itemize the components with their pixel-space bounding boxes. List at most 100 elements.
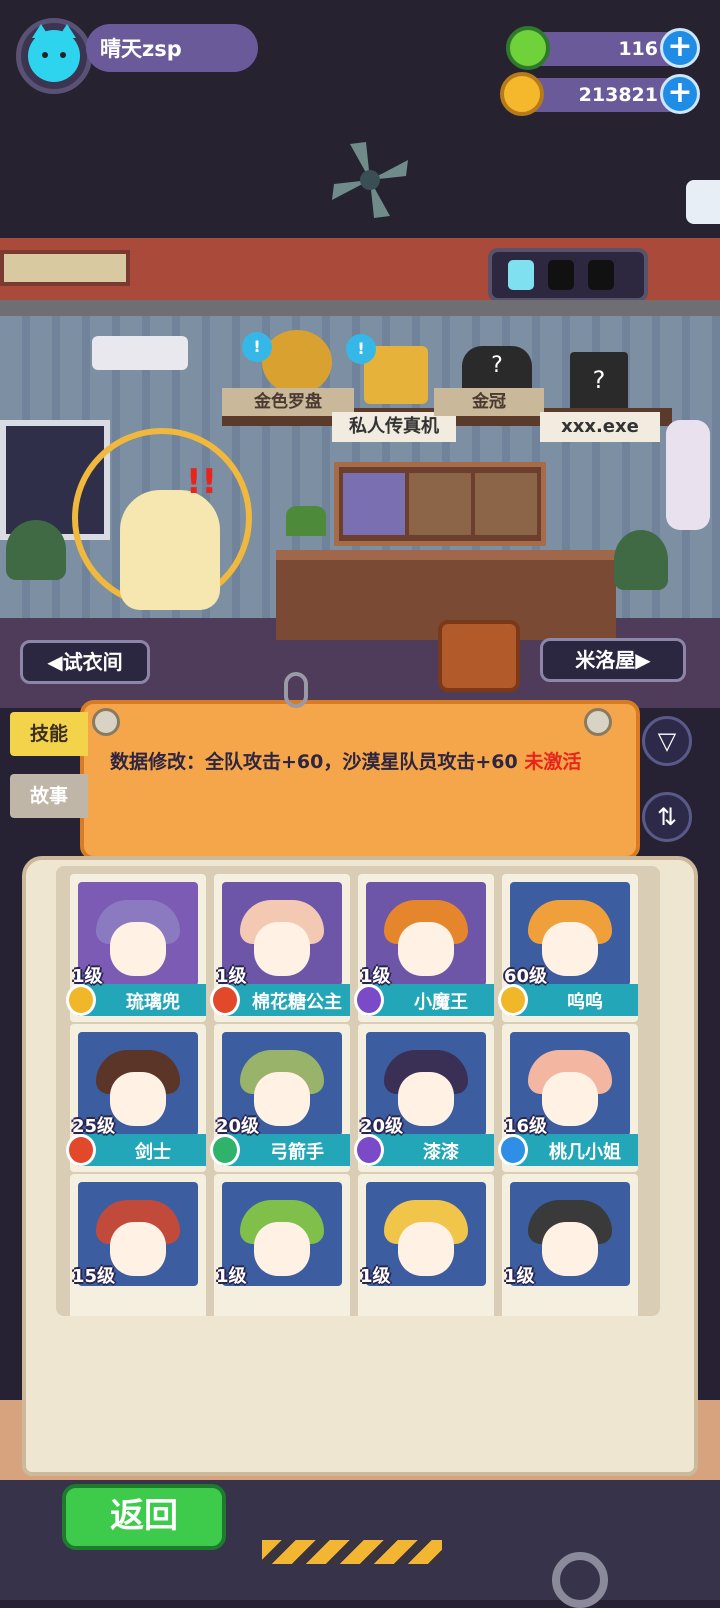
character-face [110, 922, 166, 976]
vent-panel [0, 250, 130, 286]
back-button[interactable]: 返回 [62, 1484, 226, 1550]
display-slot [409, 473, 471, 535]
alert-icon: ! [346, 334, 376, 364]
character-name: 小魔王 [414, 992, 468, 1013]
add-gem-button[interactable]: + [660, 28, 700, 68]
character-level: 1级 [72, 966, 103, 987]
character-face [542, 1222, 598, 1276]
character-level: 25级 [72, 1116, 116, 1137]
right-arrow-icon: ▶ [635, 648, 651, 672]
share-icon[interactable] [686, 180, 720, 224]
display-character-icon [343, 473, 405, 535]
projector-icon [92, 336, 188, 370]
character-level: 1级 [360, 966, 391, 987]
add-coin-button[interactable]: + [660, 74, 700, 114]
character-card[interactable]: 1级 [214, 1174, 350, 1316]
character-grid: 琉璃兜 1级 棉花糖公主 1级 小魔王 1级 呜呜 60级 剑士 25级 弓箭手 20级 漆漆 20级 桃几… [56, 866, 660, 1316]
display-case[interactable] [334, 462, 546, 546]
display-slot [475, 473, 537, 535]
character-face [542, 1072, 598, 1126]
skill-panel [80, 700, 640, 860]
rarity-badge-icon [66, 984, 96, 1016]
filter-icon[interactable]: ▽ [642, 716, 692, 766]
character-card[interactable]: 弓箭手 20级 [210, 1024, 350, 1172]
character-name: 桃几小姐 [549, 1142, 621, 1163]
character-name: 剑士 [135, 1142, 171, 1163]
exclamation-icon: !! [186, 462, 218, 502]
locked-file-icon[interactable]: ? [570, 352, 628, 412]
plant-icon [6, 520, 66, 580]
character-name: 棉花糖公主 [252, 992, 342, 1013]
character-level: 60级 [504, 966, 548, 987]
alert-icon: ! [242, 332, 272, 362]
coat-rack [666, 420, 710, 530]
character-face [110, 1222, 166, 1276]
player-character[interactable] [120, 490, 220, 610]
character-card[interactable]: 小魔王 1级 [354, 874, 494, 1022]
character-name: 漆漆 [423, 1142, 459, 1163]
character-face [254, 1222, 310, 1276]
player-name: 晴天zsp [100, 37, 182, 61]
character-card[interactable]: 呜呜 60级 [498, 874, 638, 1022]
left-arrow-icon: ◀ [47, 650, 63, 674]
battery-empty-icon [548, 260, 574, 290]
character-face [398, 1072, 454, 1126]
character-card[interactable]: 琉璃兜 1级 [66, 874, 206, 1022]
character-level: 20级 [360, 1116, 404, 1137]
plant-icon [286, 506, 326, 536]
pin-icon [584, 708, 612, 736]
tab-story[interactable]: 故事 [10, 774, 88, 818]
character-card[interactable]: 漆漆 20级 [354, 1024, 494, 1172]
character-level: 20级 [216, 1116, 260, 1137]
character-face [542, 922, 598, 976]
character-card[interactable]: 15级 [70, 1174, 206, 1316]
character-card[interactable]: 1级 [358, 1174, 494, 1316]
character-face [110, 1072, 166, 1126]
book-footnote [145, 1324, 645, 1354]
skill-status: 未激活 [524, 751, 582, 773]
hazard-stripe [262, 1540, 442, 1564]
character-card[interactable]: 棉花糖公主 1级 [210, 874, 350, 1022]
gallery-icon[interactable] [438, 620, 520, 692]
rarity-badge-icon [210, 1134, 240, 1166]
skill-description: 数据修改：全队攻击+60，沙漠星队员攻击+60 未激活 [110, 748, 610, 776]
character-level: 1级 [216, 966, 247, 987]
tab-skill[interactable]: 技能 [10, 712, 88, 756]
coin-count: 213821 [578, 84, 658, 106]
pin-icon [92, 708, 120, 736]
milo-house-button[interactable]: 米洛屋▶ [540, 638, 686, 682]
paperclip-icon [284, 672, 308, 708]
plant-icon [614, 530, 668, 590]
character-card[interactable]: 1级 [502, 1174, 638, 1316]
character-face [398, 922, 454, 976]
character-level: 1级 [504, 1266, 535, 1287]
sort-icon[interactable]: ⇅ [642, 792, 692, 842]
rarity-badge-icon [498, 984, 528, 1016]
fan-decoration [330, 140, 410, 220]
character-face [398, 1222, 454, 1276]
character-level: 1级 [216, 1266, 247, 1287]
rarity-badge-icon [210, 984, 240, 1016]
compass-icon[interactable] [262, 330, 332, 394]
character-name: 呜呜 [567, 992, 603, 1013]
rarity-badge-icon [354, 1134, 384, 1166]
fitting-room-button[interactable]: ◀试衣间 [20, 640, 150, 684]
character-face [254, 922, 310, 976]
battery-panel[interactable] [488, 248, 648, 302]
pipe [0, 300, 720, 316]
battery-empty-icon [588, 260, 614, 290]
character-card[interactable]: 桃几小姐 16级 [498, 1024, 638, 1172]
item-label-crown: 金冠 [434, 388, 544, 416]
rarity-badge-icon [354, 984, 384, 1016]
cat-icon[interactable] [28, 24, 80, 82]
rarity-badge-icon [498, 1134, 528, 1166]
character-face [254, 1072, 310, 1126]
character-card[interactable]: 剑士 25级 [66, 1024, 206, 1172]
character-name: 琉璃兜 [126, 992, 180, 1013]
rarity-badge-icon [66, 1134, 96, 1166]
battery-icon [508, 260, 534, 290]
gem-count: 116 [618, 38, 658, 60]
character-level: 1级 [360, 1266, 391, 1287]
item-label-fax: 私人传真机 [332, 412, 456, 442]
character-level: 16级 [504, 1116, 548, 1137]
